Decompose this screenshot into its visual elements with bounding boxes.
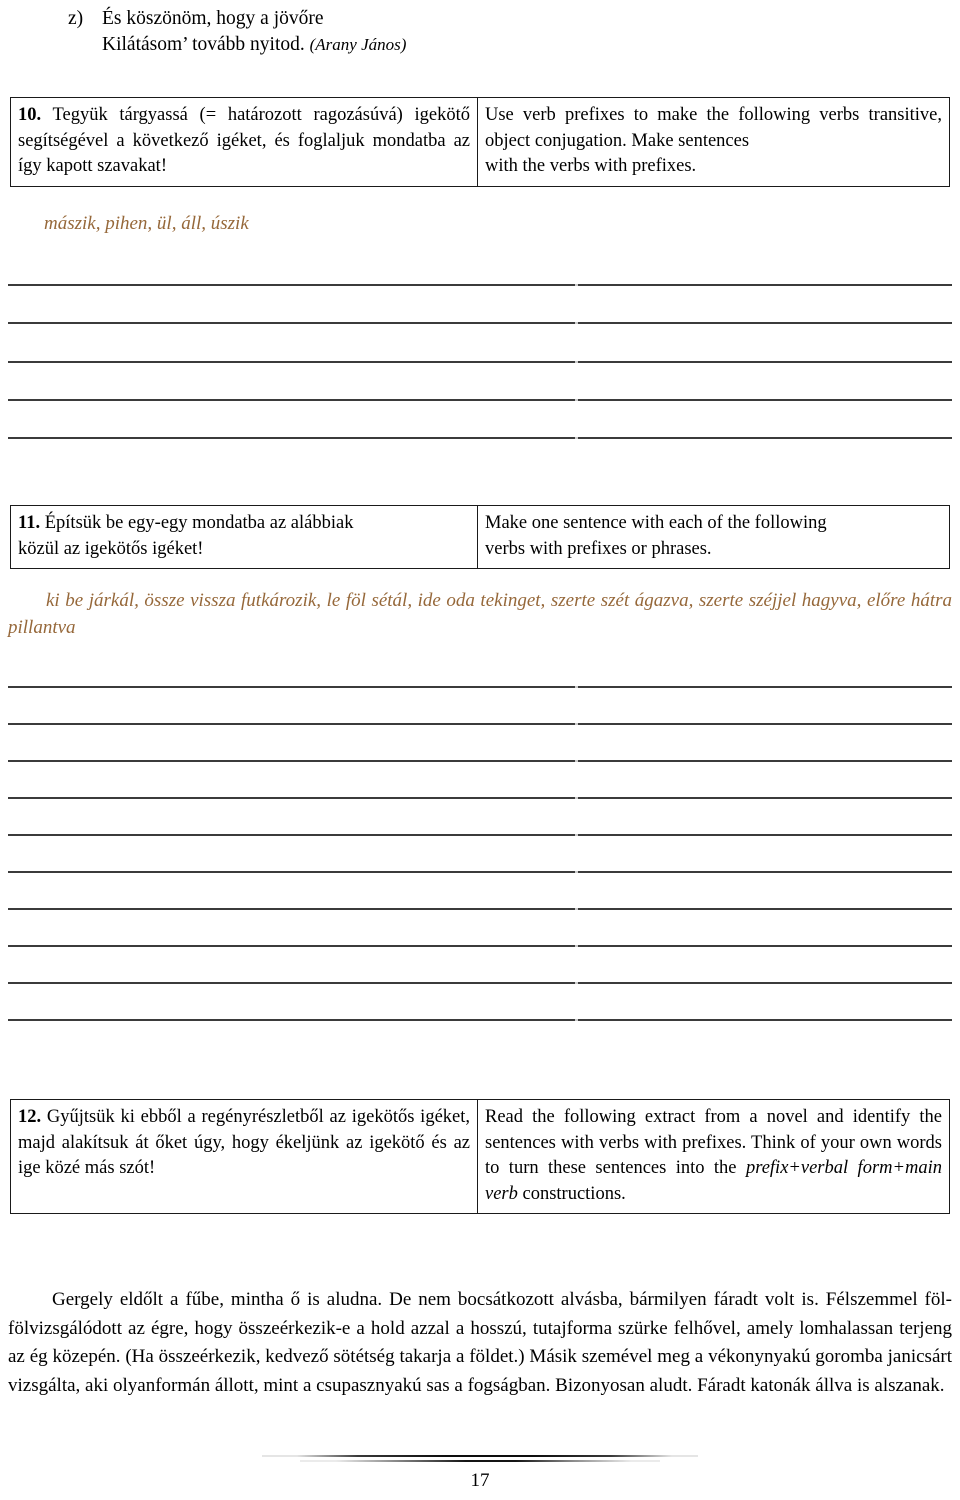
footer-divider xyxy=(0,1455,960,1469)
exercise-12-hungarian-cell: 12. Gyűjtsük ki ebből a regényrészletből… xyxy=(11,1100,478,1213)
poem-line-1: z) És köszönöm, hogy a jövőre xyxy=(68,6,768,32)
exercise-12-english-text-b: constructions. xyxy=(517,1183,626,1204)
novel-extract-paragraph: Gergely eldőlt a fűbe, mintha ő is aludn… xyxy=(8,1289,952,1396)
exercise-10-english-line-2: with the verbs with prefixes. xyxy=(485,156,697,176)
exercise-10-hungarian-cell: 10. Tegyük tárgyassá (= határozott ragoz… xyxy=(11,98,478,186)
exercise-12-hungarian-text: Gyűjtsük ki ebből a regényrészletből az … xyxy=(18,1107,471,1178)
answer-rule[interactable] xyxy=(8,796,952,799)
poem-line-2: Kilátásom’ tovább nyitod. (Arany János) xyxy=(68,32,768,58)
answer-rule[interactable] xyxy=(8,321,952,324)
answer-rule[interactable] xyxy=(8,436,952,439)
exercise-10-english-cell: Use verb prefixes to make the following … xyxy=(478,98,949,186)
poem-item-marker: z) xyxy=(68,8,84,29)
exercise-10-wordlist: mászik, pihen, ül, áll, úszik xyxy=(44,213,249,234)
exercise-11-number: 11. xyxy=(18,513,41,533)
exercise-11-hungarian-cell: 11. Építsük be egy-egy mondatba az alább… xyxy=(11,506,478,568)
exercise-10-instruction-table: 10. Tegyük tárgyassá (= határozott ragoz… xyxy=(10,97,950,187)
exercise-12-english-cell: Read the following extract from a novel … xyxy=(478,1100,949,1213)
poem-text-1: És köszönöm, hogy a jövőre xyxy=(102,8,324,29)
footer-divider-line-upper xyxy=(262,1455,698,1457)
poem-attribution: (Arany János) xyxy=(309,35,407,54)
exercise-10-number: 10. xyxy=(18,105,42,125)
exercise-11-instruction-table: 11. Építsük be egy-egy mondatba az alább… xyxy=(10,505,950,569)
answer-rule[interactable] xyxy=(8,1018,952,1021)
exercise-11-english-cell: Make one sentence with each of the follo… xyxy=(478,506,949,568)
footer-divider-line-lower xyxy=(300,1460,660,1462)
exercise-10-hungarian-text: Tegyük tárgyassá (= határozott ragozásúv… xyxy=(18,105,470,176)
exercise-10-english-line-1: Use verb prefixes to make the following … xyxy=(485,105,942,151)
answer-rule[interactable] xyxy=(8,398,952,401)
exercise-11-english-line-1: Make one sentence with each of the follo… xyxy=(485,513,827,533)
poem-text-2: Kilátásom’ tovább nyitod. xyxy=(102,34,305,55)
exercise-12-number: 12. xyxy=(18,1107,42,1127)
answer-rule[interactable] xyxy=(8,722,952,725)
answer-rule[interactable] xyxy=(8,283,952,286)
answer-rule[interactable] xyxy=(8,907,952,910)
exercise-11-wordlist: ki be járkál, össze vissza futkározik, l… xyxy=(8,590,952,638)
answer-rule[interactable] xyxy=(8,360,952,363)
answer-rule[interactable] xyxy=(8,685,952,688)
novel-extract: Gergely eldőlt a fűbe, mintha ő is aludn… xyxy=(8,1286,952,1400)
exercise-11-hungarian-line-2: közül az igekötős igéket! xyxy=(18,538,204,559)
answer-rule[interactable] xyxy=(8,870,952,873)
answer-rule[interactable] xyxy=(8,833,952,836)
worksheet-page: z) És köszönöm, hogy a jövőre Kilátásom’ … xyxy=(0,0,960,1500)
exercise-11-hungarian-line-1: 11. Építsük be egy-egy mondatba az alább… xyxy=(18,511,470,537)
exercise-11-english-line-2: verbs with prefixes or phrases. xyxy=(485,538,712,559)
answer-rule[interactable] xyxy=(8,944,952,947)
answer-rule[interactable] xyxy=(8,981,952,984)
exercise-11-hungarian-text-1: Építsük be egy-egy mondatba az alábbiak xyxy=(44,513,354,533)
answer-rule[interactable] xyxy=(8,759,952,762)
exercise-12-instruction-table: 12. Gyűjtsük ki ebből a regényrészletből… xyxy=(10,1099,950,1214)
page-number: 17 xyxy=(470,1470,490,1491)
poem-quote: z) És köszönöm, hogy a jövőre Kilátásom’ … xyxy=(68,6,768,58)
